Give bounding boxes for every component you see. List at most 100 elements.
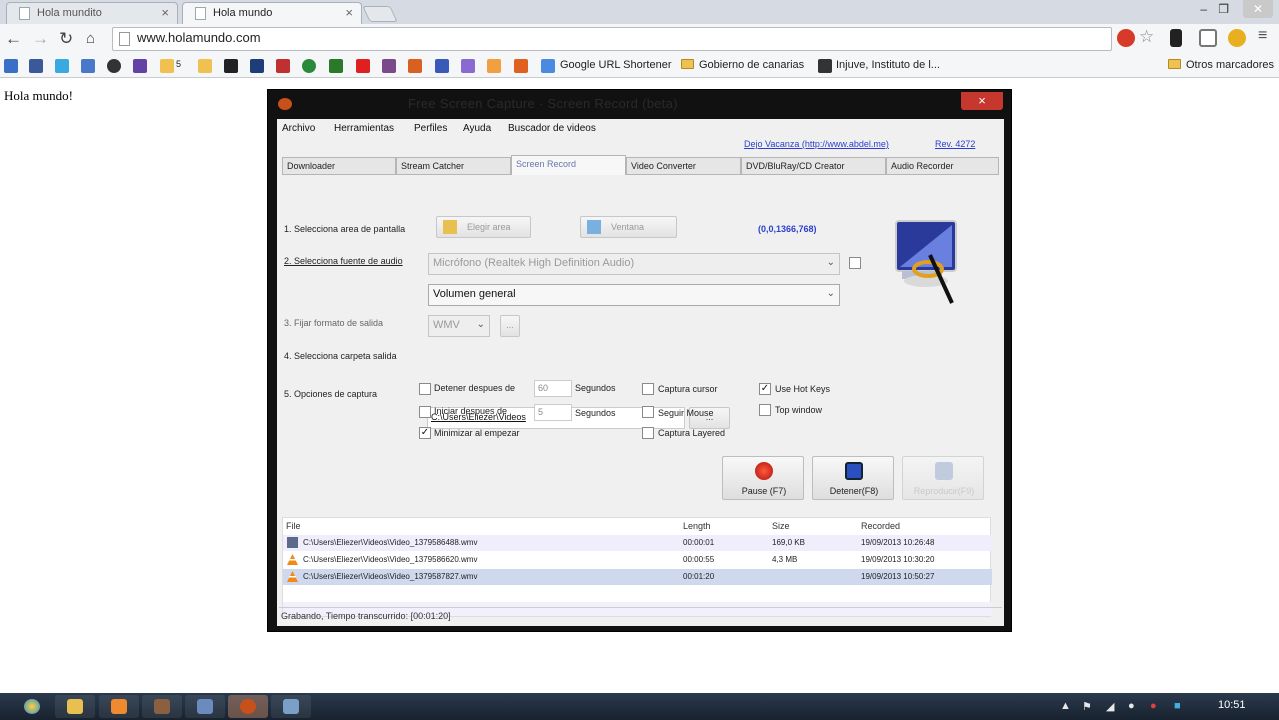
extension-icon[interactable] [1228,29,1246,47]
hot-keys-checkbox[interactable]: ✓ [759,383,771,395]
menu-herramientas[interactable]: Herramientas [334,123,394,134]
tab-downloader[interactable]: Downloader [282,157,396,175]
capture-layered-checkbox[interactable] [642,427,654,439]
close-window-button[interactable]: × [961,92,1003,110]
tab-stream-catcher[interactable]: Stream Catcher [396,157,511,175]
step2-label[interactable]: 2. Selecciona fuente de audio [284,256,403,266]
format-options-button[interactable]: ... [500,315,520,337]
table-row[interactable]: C:\Users\Eliezer\Videos\Video_1379586620… [283,552,992,568]
start-after-seconds-input[interactable]: 5 [534,404,572,421]
stop-button[interactable]: Detener(F8) [812,456,894,500]
format-select[interactable]: WMV ⌄ [428,315,490,337]
bookmark-google-url-shortener[interactable]: Google URL Shortener [560,59,672,71]
minimize-on-start-checkbox[interactable]: ✓ [419,427,431,439]
bookmark-icon[interactable] [224,59,238,73]
tray-icon[interactable]: ■ [1174,700,1181,712]
bookmark-icon[interactable] [302,59,316,73]
follow-mouse-checkbox[interactable] [642,406,654,418]
taskbar-app[interactable] [99,695,139,718]
tab-audio-recorder[interactable]: Audio Recorder [886,157,999,175]
star-icon[interactable]: ☆ [1139,27,1157,46]
url-input[interactable] [137,30,737,45]
taskbar-app[interactable] [142,695,182,718]
folder-icon[interactable] [198,59,212,73]
bookmark-icon[interactable] [408,59,422,73]
bookmark-otros-marcadores[interactable]: Otros marcadores [1168,59,1274,71]
menu-ayuda[interactable]: Ayuda [463,123,491,134]
show-hidden-icons-icon[interactable]: ▲ [1060,700,1071,712]
close-window-icon[interactable]: ✕ [1243,0,1273,18]
twitch-icon[interactable] [133,59,147,73]
bookmark-icon[interactable] [435,59,449,73]
tab-screen-record[interactable]: Screen Record [511,155,626,175]
youtube-icon[interactable] [356,59,370,73]
start-button[interactable] [10,695,54,718]
tab-hola-mundo[interactable]: Hola mundo × [182,2,362,24]
select-window-button[interactable]: Ventana [580,216,677,238]
table-row[interactable]: C:\Users\Eliezer\Videos\Video_1379586488… [283,535,992,551]
column-header-recorded[interactable]: Recorded [861,521,900,531]
play-button[interactable]: Reproducir(F9) [902,456,984,500]
menu-archivo[interactable]: Archivo [282,123,315,134]
menu-icon[interactable]: ≡ [1258,27,1276,45]
back-icon[interactable]: ← [5,29,22,49]
bookmark-icon[interactable] [382,59,396,73]
new-tab-button[interactable] [362,6,398,22]
select-area-button[interactable]: Elegir area [436,216,531,238]
address-bar[interactable] [112,27,1112,51]
bookmark-icon[interactable] [276,59,290,73]
stop-after-seconds-input[interactable]: 60 [534,380,572,397]
folder-icon[interactable] [160,59,174,73]
google-icon[interactable] [541,59,555,73]
start-after-checkbox[interactable] [419,406,431,418]
close-tab-icon[interactable]: × [161,5,169,20]
tab-dvd-creator[interactable]: DVD/BluRay/CD Creator [741,157,886,175]
reload-icon[interactable]: ↻ [59,29,73,49]
table-row-selected[interactable]: C:\Users\Eliezer\Videos\Video_1379587827… [283,569,992,585]
bookmark-icon[interactable] [107,59,121,73]
minimize-icon[interactable]: ‒ [1200,2,1207,16]
taskbar-app[interactable] [271,695,311,718]
bookmark-icon[interactable] [514,59,528,73]
tray-icon[interactable]: ● [1150,700,1157,712]
taskbar-app[interactable] [185,695,225,718]
bookmark-icon[interactable] [4,59,18,73]
top-window-checkbox[interactable] [759,404,771,416]
column-header-file[interactable]: File [286,521,301,531]
gmail-icon[interactable] [1199,29,1217,47]
tab-hola-mundito[interactable]: Hola mundito × [6,2,178,24]
column-header-length[interactable]: Length [683,521,711,531]
flag-icon[interactable]: ⚑ [1082,700,1092,713]
taskbar-recorder[interactable] [228,695,268,718]
bookmark-injuve[interactable]: Injuve, Instituto de l... [836,59,940,71]
audio-volume-select[interactable]: Volumen general ⌄ [428,284,840,306]
column-header-size[interactable]: Size [772,521,790,531]
network-icon[interactable]: ◢ [1106,700,1114,713]
donate-link[interactable]: Dejo Vacanza (http://www.abdel.me) [744,139,889,149]
taskbar-explorer[interactable] [55,695,95,718]
stop-after-checkbox[interactable] [419,383,431,395]
adblock-icon[interactable] [1117,29,1135,47]
maximize-icon[interactable]: ❐ [1218,2,1229,16]
capture-cursor-checkbox[interactable] [642,383,654,395]
bookmark-icon[interactable] [329,59,343,73]
clock[interactable]: 10:51 [1218,699,1246,711]
menu-buscador-videos[interactable]: Buscador de videos [508,123,596,134]
facebook-icon[interactable] [29,59,43,73]
home-icon[interactable]: ⌂ [86,30,95,47]
menu-perfiles[interactable]: Perfiles [414,123,447,134]
bookmark-icon[interactable] [461,59,475,73]
tab-video-converter[interactable]: Video Converter [626,157,741,175]
twitter-icon[interactable] [55,59,69,73]
extension-icon[interactable] [1170,29,1182,47]
audio-source-select[interactable]: Micrófono (Realtek High Definition Audio… [428,253,840,275]
forward-icon[interactable]: → [32,29,49,49]
bookmark-gobierno-canarias[interactable]: Gobierno de canarias [681,59,804,71]
revision-link[interactable]: Rev. 4272 [935,139,975,149]
pause-button[interactable]: Pause (F7) [722,456,804,500]
bookmark-icon[interactable] [81,59,95,73]
tray-icon[interactable]: ● [1128,700,1135,712]
audio-enable-checkbox[interactable] [849,257,861,269]
bookmark-icon[interactable] [250,59,264,73]
bookmark-icon[interactable] [487,59,501,73]
